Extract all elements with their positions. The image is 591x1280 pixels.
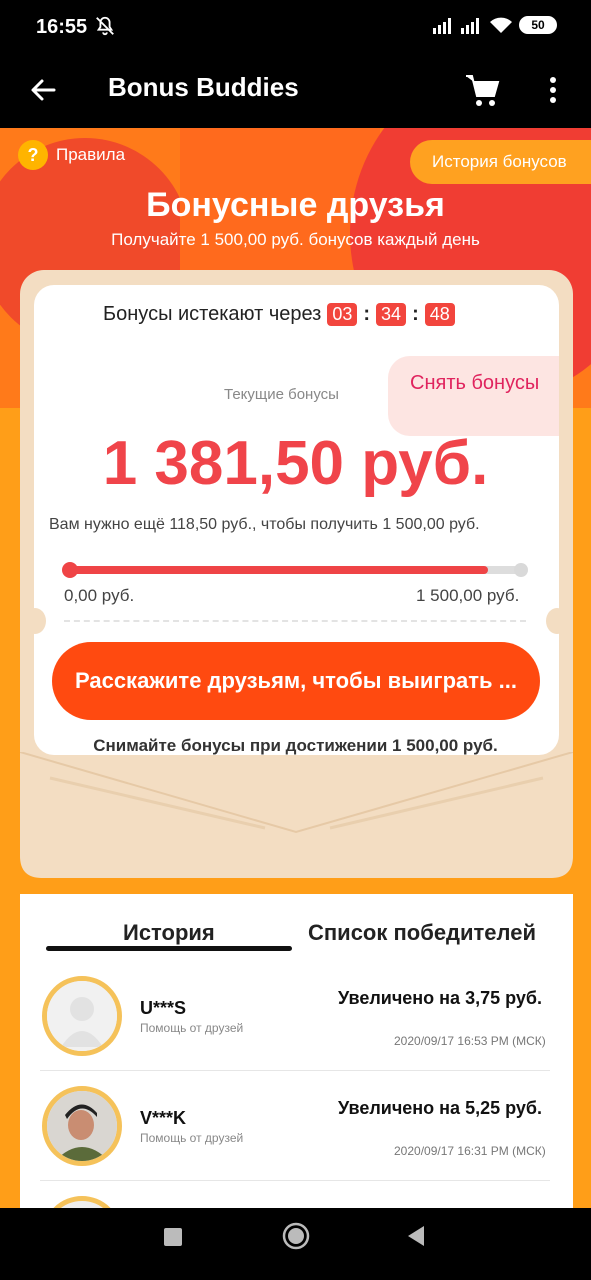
progress-min: 0,00 руб. xyxy=(64,586,135,605)
row-source: Помощь от друзей xyxy=(140,1021,244,1035)
withdraw-note: Снимайте бонусы при достижении 1 500,00 … xyxy=(93,736,498,755)
share-with-friends-button[interactable]: Расскажите друзьям, чтобы выиграть ... xyxy=(52,642,540,720)
expire-label: Бонусы истекают через xyxy=(103,303,322,325)
progress-bar xyxy=(66,566,524,574)
hero-title: Бонусные друзья xyxy=(146,186,445,224)
status-icons: 50 xyxy=(433,16,557,34)
list-item: U***S Помощь от друзей Увеличено на 3,75… xyxy=(20,960,573,1070)
rules-button[interactable]: ? Правила xyxy=(18,140,125,170)
list-item: V***K Помощь от друзей Увеличено на 5,25… xyxy=(20,1070,573,1180)
status-time: 16:55 xyxy=(36,16,88,38)
withdraw-bonus-button[interactable]: Снять бонусы xyxy=(388,356,559,436)
row-source: Помощь от друзей xyxy=(140,1131,244,1145)
rules-label: Правила xyxy=(56,145,126,164)
bonus-history-button[interactable]: История бонусов xyxy=(410,140,591,184)
signal-icon xyxy=(461,18,479,34)
bonus-amount: 1 381,50 руб. xyxy=(102,429,489,498)
status-bar: 16:55 50 xyxy=(0,0,591,56)
progress-fill xyxy=(66,566,488,574)
more-vert-icon[interactable] xyxy=(538,70,568,110)
signal-icon xyxy=(433,18,451,34)
row-gain: Увеличено на 3,75 руб. xyxy=(338,988,542,1008)
avatar xyxy=(42,1086,122,1166)
tab-active-indicator xyxy=(46,946,292,951)
row-time: 2020/09/17 16:53 PM (МСК) xyxy=(394,1034,546,1048)
current-bonus-label: Текущие бонусы xyxy=(224,386,339,403)
envelope-flap xyxy=(20,752,573,878)
cart-icon[interactable] xyxy=(460,68,504,112)
row-name: V***K xyxy=(140,1108,187,1128)
back-arrow-icon[interactable] xyxy=(24,70,64,110)
avatar xyxy=(42,976,122,1056)
mute-icon xyxy=(96,16,114,36)
row-gain: Увеличено на 5,25 руб. xyxy=(338,1098,542,1118)
question-icon: ? xyxy=(18,140,48,170)
tab-history[interactable]: История xyxy=(123,920,215,946)
hero-subtitle: Получайте 1 500,00 руб. бонусов каждый д… xyxy=(111,230,480,249)
page-title: Bonus Buddies xyxy=(108,72,299,102)
timer-seconds: 48 xyxy=(424,303,455,326)
expire-timer: Бонусы истекают через 03 : 34 : 48 xyxy=(103,303,455,326)
recents-icon[interactable] xyxy=(164,1228,182,1246)
battery-icon: 50 xyxy=(519,16,557,34)
home-icon[interactable] xyxy=(282,1222,310,1250)
wifi-icon xyxy=(490,17,512,33)
progress-max: 1 500,00 руб. xyxy=(416,586,520,605)
app-bar: Bonus Buddies xyxy=(0,56,591,128)
row-name: U***S xyxy=(140,998,187,1018)
tab-winners[interactable]: Список победителей xyxy=(308,920,536,946)
back-icon[interactable] xyxy=(406,1224,426,1248)
row-time: 2020/09/17 16:31 PM (МСК) xyxy=(394,1144,546,1158)
timer-hours: 03 xyxy=(327,303,358,326)
remaining-text: Вам нужно ещё 118,50 руб., чтобы получит… xyxy=(49,516,480,533)
timer-minutes: 34 xyxy=(376,303,407,326)
